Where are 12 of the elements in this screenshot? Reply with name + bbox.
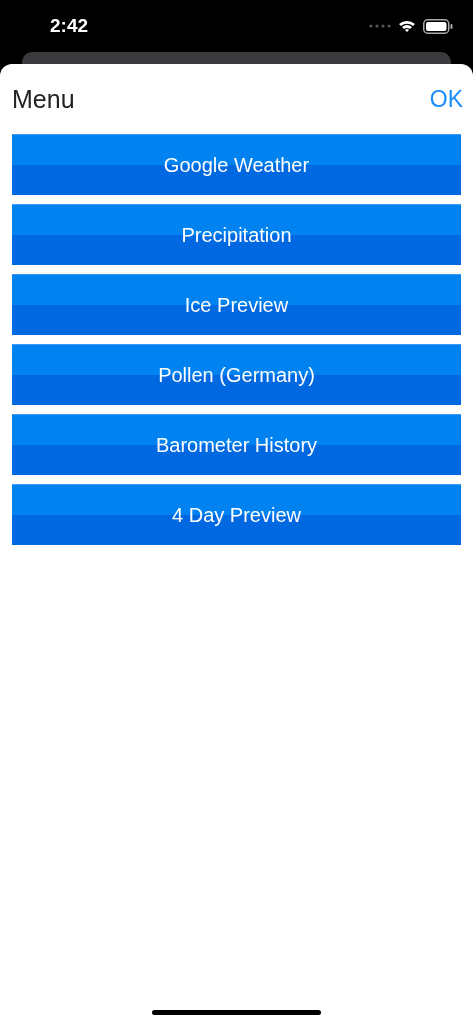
ok-button[interactable]: OK (429, 85, 463, 113)
menu-button[interactable]: 4 Day Preview (12, 484, 461, 545)
signal-icon (369, 24, 391, 28)
menu-button[interactable]: Barometer History (12, 414, 461, 475)
status-time: 2:42 (50, 15, 89, 37)
battery-icon (423, 18, 453, 34)
menu-title: Menu (12, 84, 75, 114)
menu-button[interactable]: Pollen (Germany) (12, 344, 461, 405)
wifi-icon (398, 19, 416, 33)
menu-button[interactable]: Google Weather (12, 134, 461, 195)
menu-button[interactable]: Ice Preview (12, 274, 461, 335)
menu-button[interactable]: Precipitation (12, 204, 461, 265)
